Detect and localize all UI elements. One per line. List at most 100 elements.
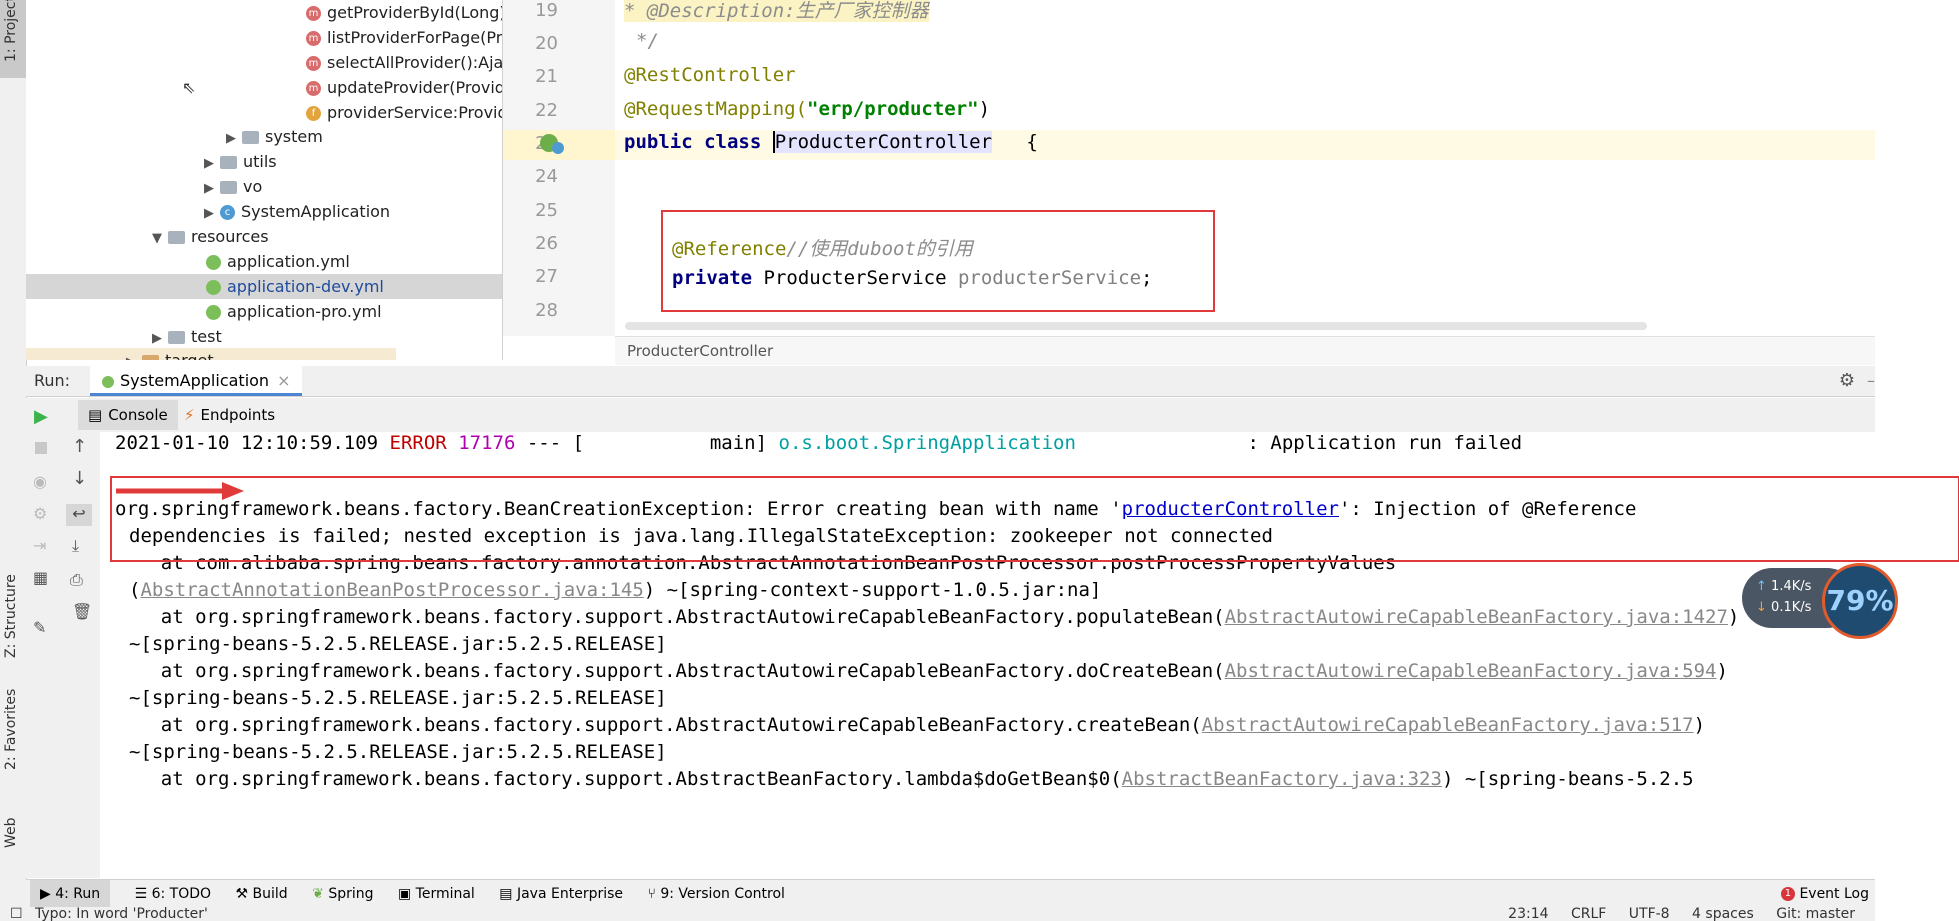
source-link[interactable]: AbstractAutowireCapableBeanFactory.java:…	[1225, 660, 1717, 682]
scroll-to-end-icon[interactable]: ⤓	[72, 536, 79, 556]
package-icon	[242, 131, 259, 144]
endpoints-icon: ⚡	[184, 406, 195, 424]
layout-icon[interactable]: ▦	[33, 568, 48, 587]
favorites-tool-tab[interactable]: 2: Favorites	[3, 689, 19, 770]
tree-folder-vo[interactable]: ▶ vo	[204, 174, 262, 199]
breadcrumb-item[interactable]: ProducterController	[627, 342, 773, 360]
soft-wrap-icon[interactable]: ↩	[66, 504, 92, 526]
console-tabs: ▤ Console ⚡ Endpoints	[26, 398, 1875, 432]
caret-position[interactable]: 23:14	[1508, 907, 1548, 921]
file-encoding[interactable]: UTF-8	[1629, 907, 1670, 921]
print-icon[interactable]: ⎙	[70, 570, 83, 590]
rerun-icon[interactable]: ▶	[34, 406, 48, 427]
chevron-right-icon[interactable]: ▶	[126, 350, 142, 360]
toolwindow-todo[interactable]: ☰ 6: TODO	[135, 880, 211, 908]
tree-file-application-pro-yml[interactable]: application-pro.yml	[206, 299, 382, 324]
console-icon: ▤	[88, 406, 103, 424]
tree-file-application-dev-yml[interactable]: application-dev.yml	[26, 274, 502, 299]
resources-folder-icon	[168, 231, 185, 244]
tab-endpoints[interactable]: ⚡ Endpoints	[174, 400, 285, 430]
gear-icon[interactable]: ⚙	[1839, 366, 1855, 396]
java-ee-icon: ▤	[499, 886, 517, 902]
web-tool-tab[interactable]: Web	[3, 817, 19, 848]
line-number: 26	[535, 233, 558, 254]
toolwindow-event-log[interactable]: 1 Event Log	[1780, 880, 1869, 908]
source-link[interactable]: AbstractBeanFactory.java:323	[1122, 768, 1442, 790]
stop-icon[interactable]	[35, 442, 47, 454]
chevron-down-icon[interactable]: ▼	[152, 226, 168, 251]
chevron-right-icon[interactable]: ▶	[204, 176, 220, 201]
left-tool-stripe: 1: Project Z: Structure 2: Favorites Web	[0, 0, 27, 921]
field-icon: f	[306, 106, 321, 121]
run-config-tab[interactable]: SystemApplication ×	[90, 366, 303, 396]
tree-item-label: system	[265, 127, 323, 146]
editor-scrollbar-horizontal[interactable]	[625, 322, 1647, 330]
toolwindow-spring[interactable]: ❦ Spring	[312, 880, 373, 908]
tree-method-item[interactable]: m selectAllProvider():AjaxF	[306, 50, 502, 75]
stack-line: at org.springframework.beans.factory.sup…	[115, 714, 1706, 736]
code-line-comment-end: */	[636, 30, 659, 52]
run-label: Run:	[34, 371, 71, 390]
tree-folder-system[interactable]: ▶ system	[226, 124, 323, 149]
class-gutter-icon[interactable]	[552, 142, 564, 154]
tree-item-label: getProviderById(Long):A	[327, 3, 503, 22]
arrow-down-icon[interactable]: ↓	[72, 468, 87, 489]
tree-item-label: updateProvider(Provide	[327, 78, 503, 97]
pin-icon[interactable]: ✎	[33, 618, 46, 637]
status-message: Typo: In word 'Producter'	[35, 907, 208, 921]
download-icon: ↓	[1756, 600, 1767, 615]
code-line-requestmapping: @RequestMapping("erp/producter")	[624, 98, 991, 120]
code-line-description: * @Description:生产厂家控制器	[624, 0, 929, 22]
camera-icon[interactable]: ◉	[33, 472, 47, 491]
tree-folder-utils[interactable]: ▶ utils	[204, 149, 277, 174]
checkbox-icon[interactable]: ☐	[10, 907, 23, 921]
structure-tool-tab[interactable]: Z: Structure	[3, 574, 19, 658]
download-speed: 0.1K/s	[1771, 600, 1812, 615]
tree-folder-target[interactable]: ▶ target	[26, 348, 396, 360]
tree-class-systemapplication[interactable]: ▶ c SystemApplication	[204, 199, 390, 224]
tree-file-application-yml[interactable]: application.yml	[206, 249, 350, 274]
trash-icon[interactable]: 🗑	[72, 602, 92, 621]
toolwindow-run[interactable]: ▶ 4: Run	[30, 880, 111, 908]
settings-icon[interactable]: ⚙	[33, 504, 47, 523]
close-icon[interactable]: ×	[277, 371, 290, 390]
toolwindow-version-control[interactable]: ⑂ 9: Version Control	[647, 880, 784, 908]
tree-method-item[interactable]: m updateProvider(Provide	[306, 75, 503, 100]
tree-field-item[interactable]: f providerService:Provide	[306, 100, 503, 125]
stack-line: ~[spring-beans-5.2.5.RELEASE.jar:5.2.5.R…	[129, 741, 667, 763]
tree-method-item[interactable]: m getProviderById(Long):A	[306, 0, 503, 25]
indent-setting[interactable]: 4 spaces	[1692, 907, 1754, 921]
line-separator[interactable]: CRLF	[1571, 907, 1606, 921]
git-branch[interactable]: Git: master	[1776, 907, 1855, 921]
tab-console[interactable]: ▤ Console	[78, 400, 178, 430]
chevron-right-icon[interactable]: ▶	[204, 201, 220, 226]
error-badge-icon: 1	[1780, 887, 1795, 901]
run-config-tab-label: SystemApplication	[120, 371, 270, 390]
toolwindow-terminal[interactable]: ▣ Terminal	[398, 880, 475, 908]
toolwindow-build[interactable]: ⚒ Build	[236, 880, 288, 908]
class-name-token[interactable]: ProducterController	[772, 131, 993, 153]
chevron-right-icon[interactable]: ▶	[204, 151, 220, 176]
stack-line: ~[spring-beans-5.2.5.RELEASE.jar:5.2.5.R…	[129, 687, 667, 709]
yml-file-icon	[206, 305, 221, 320]
tree-method-item[interactable]: m listProviderForPage(Pro	[306, 25, 502, 50]
source-link[interactable]: AbstractAutowireCapableBeanFactory.java:…	[1225, 606, 1728, 628]
method-icon: m	[306, 56, 321, 71]
hide-icon[interactable]: –	[1867, 366, 1875, 396]
chevron-right-icon[interactable]: ▶	[226, 126, 242, 151]
arrow-up-icon[interactable]: ↑	[72, 436, 87, 457]
tree-item-label: application-dev.yml	[227, 277, 384, 296]
line-number: 22	[535, 100, 558, 121]
spring-boot-icon	[102, 375, 114, 388]
source-link[interactable]: AbstractAutowireCapableBeanFactory.java:…	[1202, 714, 1694, 736]
exit-icon[interactable]: ⇥	[33, 536, 46, 555]
toolwindow-java-enterprise[interactable]: ▤ Java Enterprise	[499, 880, 623, 908]
method-icon: m	[306, 81, 321, 96]
tree-folder-test[interactable]: ▶ test	[152, 324, 222, 349]
method-icon: m	[306, 31, 321, 46]
tree-folder-resources[interactable]: ▼ resources	[152, 224, 269, 249]
source-link[interactable]: AbstractAnnotationBeanPostProcessor.java…	[140, 579, 643, 601]
list-icon: ☰	[134, 886, 152, 902]
project-tool-tab[interactable]: 1: Project	[3, 0, 19, 62]
tree-item-label: providerService:Provide	[327, 103, 503, 122]
